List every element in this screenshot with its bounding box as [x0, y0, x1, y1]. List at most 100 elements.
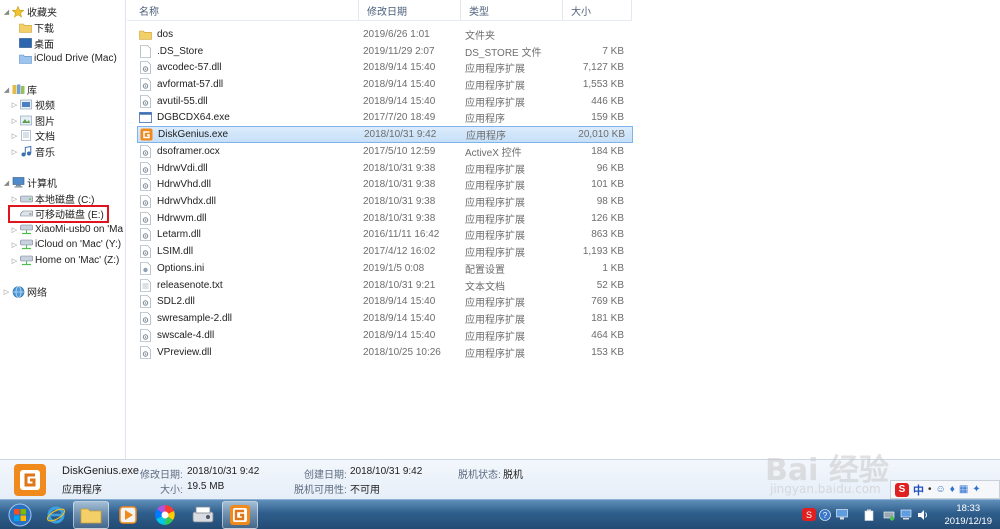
nav-xiaomi[interactable]: ▷ XiaoMi-usb0 on 'Ma — [10, 222, 123, 237]
sogou-ime-icon[interactable]: S — [802, 508, 816, 521]
ime-mode-chinese[interactable]: 中 — [913, 482, 924, 498]
file-row[interactable]: dos 2019/6/26 1:01 文件夹 — [137, 26, 633, 43]
file-size: 464 KB — [591, 329, 624, 341]
expand-arrow-icon[interactable]: ▷ — [10, 148, 19, 156]
nav-libraries[interactable]: ◢ 库 — [2, 82, 37, 97]
file-size: 184 KB — [591, 145, 624, 157]
file-type: 应用程序扩展 — [465, 315, 525, 327]
file-row[interactable]: HdrwVdi.dll 2018/10/31 9:38 应用程序扩展 96 KB — [137, 160, 633, 177]
ime-emoji-icon[interactable]: ☺ — [936, 484, 946, 495]
nav-home-on-mac[interactable]: ▷ Home on 'Mac' (Z:) — [10, 253, 120, 268]
collapse-arrow-icon[interactable]: ◢ — [2, 8, 11, 16]
media-player-icon — [119, 506, 137, 524]
file-row[interactable]: swresample-2.dll 2018/9/14 15:40 应用程序扩展 181… — [137, 310, 633, 327]
scanner-icon — [192, 506, 214, 523]
nav-local-disk[interactable]: ▷ 本地磁盘 (C:) — [10, 191, 95, 206]
nav-local-disk-label: 本地磁盘 (C:) — [35, 195, 95, 206]
file-row[interactable]: DGBCDX64.exe 2017/7/20 18:49 应用程序 159 KB — [137, 110, 633, 127]
file-row[interactable]: avcodec-57.dll 2018/9/14 15:40 应用程序扩展 7,127… — [137, 59, 633, 76]
nav-icloud-on-mac[interactable]: ▷ iCloud on 'Mac' (Y:) — [10, 237, 121, 252]
file-size: 52 KB — [596, 279, 624, 291]
file-row[interactable]: dsoframer.ocx 2017/5/10 12:59 ActiveX 控件 18… — [137, 143, 633, 160]
nav-videos[interactable]: ▷ 视频 — [10, 97, 55, 112]
file-row[interactable]: swscale-4.dll 2018/9/14 15:40 应用程序扩展 464 KB — [137, 327, 633, 344]
file-row[interactable]: VPreview.dll 2018/10/25 10:26 应用程序扩展 153 KB — [137, 344, 633, 361]
nav-downloads[interactable]: 下载 — [18, 20, 54, 35]
nav-pictures[interactable]: ▷ 图片 — [10, 113, 55, 128]
expand-arrow-icon[interactable]: ▷ — [10, 101, 19, 109]
file-row[interactable]: HdrwVhd.dll 2018/10/31 9:38 应用程序扩展 101 KB — [137, 176, 633, 193]
nav-computer[interactable]: ◢ 计算机 — [2, 175, 57, 190]
file-row[interactable]: avformat-57.dll 2018/9/14 15:40 应用程序扩展 1,55… — [137, 76, 633, 93]
taskbar-diskgenius-button[interactable] — [222, 501, 258, 529]
column-header-date-label: 修改日期 — [367, 6, 407, 18]
nav-documents[interactable]: ▷ 文档 — [10, 128, 55, 143]
taskbar-ie-button[interactable] — [38, 501, 74, 529]
nav-network[interactable]: ▷ 网络 — [2, 284, 47, 299]
file-row[interactable]: Letarm.dll 2016/11/11 16:42 应用程序扩展 863 KB — [137, 227, 633, 244]
file-row[interactable]: .DS_Store 2019/11/29 2:07 DS_STORE 文件 7 KB — [137, 43, 633, 60]
file-row[interactable]: LSIM.dll 2017/4/12 16:02 应用程序扩展 1,193 KB — [137, 243, 633, 260]
file-name: Hdrwvm.dll — [157, 212, 207, 224]
nav-music[interactable]: ▷ 音乐 — [10, 144, 55, 159]
taskbar-color-app-button[interactable] — [147, 501, 183, 529]
exe-icon — [139, 111, 152, 124]
column-header-type[interactable]: 类型 — [461, 0, 563, 20]
taskbar-scanner-button[interactable] — [185, 501, 221, 529]
expand-arrow-icon[interactable]: ▷ — [2, 288, 11, 296]
sogou-logo-icon[interactable]: S — [895, 482, 909, 497]
file-date: 2018/10/31 9:38 — [363, 162, 436, 174]
network-tray-icon[interactable] — [899, 508, 912, 521]
help-icon[interactable]: ? — [818, 508, 831, 521]
ime-skin-icon[interactable]: ✦ — [972, 484, 980, 495]
usb-safe-remove-icon[interactable] — [882, 508, 895, 521]
file-row[interactable]: DiskGenius.exe 2018/10/31 9:42 应用程序 20,010 … — [137, 126, 633, 143]
file-row[interactable]: Hdrwvm.dll 2018/10/31 9:38 应用程序扩展 126 KB — [137, 210, 633, 227]
svg-text:?: ? — [822, 511, 827, 520]
network-drive-icon — [19, 254, 33, 267]
detail-filename: DiskGenius.exe — [62, 465, 140, 477]
file-name: HdrwVhd.dll — [157, 179, 211, 191]
taskbar-explorer-button[interactable] — [73, 501, 109, 529]
file-date: 2016/11/11 16:42 — [363, 229, 440, 241]
nav-favorites[interactable]: ◢ 收藏夹 — [2, 4, 57, 19]
file-row[interactable]: HdrwVhdx.dll 2018/10/31 9:38 应用程序扩展 98 KB — [137, 193, 633, 210]
expand-arrow-icon[interactable]: ▷ — [10, 241, 19, 249]
expand-arrow-icon[interactable]: ▷ — [10, 132, 19, 140]
taskbar-media-player-button[interactable] — [110, 501, 146, 529]
file-row[interactable]: Options.ini 2019/1/5 0:08 配置设置 1 KB — [137, 260, 633, 277]
file-row[interactable]: releasenote.txt 2018/10/31 9:21 文本文档 52 KB — [137, 277, 633, 294]
expand-arrow-icon[interactable]: ▷ — [10, 117, 19, 125]
file-name-cell: HdrwVhdx.dll — [139, 195, 361, 208]
file-date: 2018/10/31 9:42 — [364, 129, 437, 141]
ime-voice-icon[interactable]: ♦ — [950, 484, 955, 495]
nav-desktop-label: 桌面 — [34, 40, 54, 51]
expand-arrow-icon[interactable]: ▷ — [10, 226, 19, 234]
battery-icon[interactable] — [862, 508, 875, 521]
ime-punctuation-icon[interactable]: • — [928, 484, 932, 495]
volume-icon[interactable] — [916, 508, 929, 521]
file-row[interactable]: SDL2.dll 2018/9/14 15:40 应用程序扩展 769 KB — [137, 294, 633, 311]
clock-date: 2019/12/19 — [944, 516, 992, 527]
start-button[interactable] — [2, 501, 38, 529]
nav-desktop[interactable]: 桌面 — [18, 36, 54, 51]
column-header-name[interactable]: 名称 — [131, 0, 359, 20]
file-name-cell: Hdrwvm.dll — [139, 211, 361, 225]
expand-arrow-icon[interactable]: ▷ — [10, 195, 19, 203]
expand-arrow-icon[interactable]: ▷ — [10, 257, 19, 265]
collapse-arrow-icon[interactable]: ◢ — [2, 86, 11, 94]
file-row[interactable]: avutil-55.dll 2018/9/14 15:40 应用程序扩展 446 KB — [137, 93, 633, 110]
dll-icon — [139, 61, 152, 75]
display-tray-icon[interactable] — [835, 508, 848, 521]
column-header-size[interactable]: 大小 — [563, 0, 632, 20]
system-clock[interactable]: 18:33 2019/12/19 — [944, 502, 992, 528]
nav-icloud-drive[interactable]: iCloud Drive (Mac) — [18, 51, 117, 66]
collapse-arrow-icon[interactable]: ◢ — [2, 179, 11, 187]
file-name-cell: .DS_Store — [139, 44, 361, 58]
folder-icon — [18, 21, 32, 34]
column-header-date[interactable]: 修改日期 — [359, 0, 461, 20]
nav-icloud-on-mac-label: iCloud on 'Mac' (Y:) — [35, 239, 122, 250]
dll-icon — [139, 78, 152, 91]
ime-keyboard-icon[interactable]: ▦ — [959, 484, 968, 495]
file-type: 应用程序扩展 — [465, 348, 525, 360]
